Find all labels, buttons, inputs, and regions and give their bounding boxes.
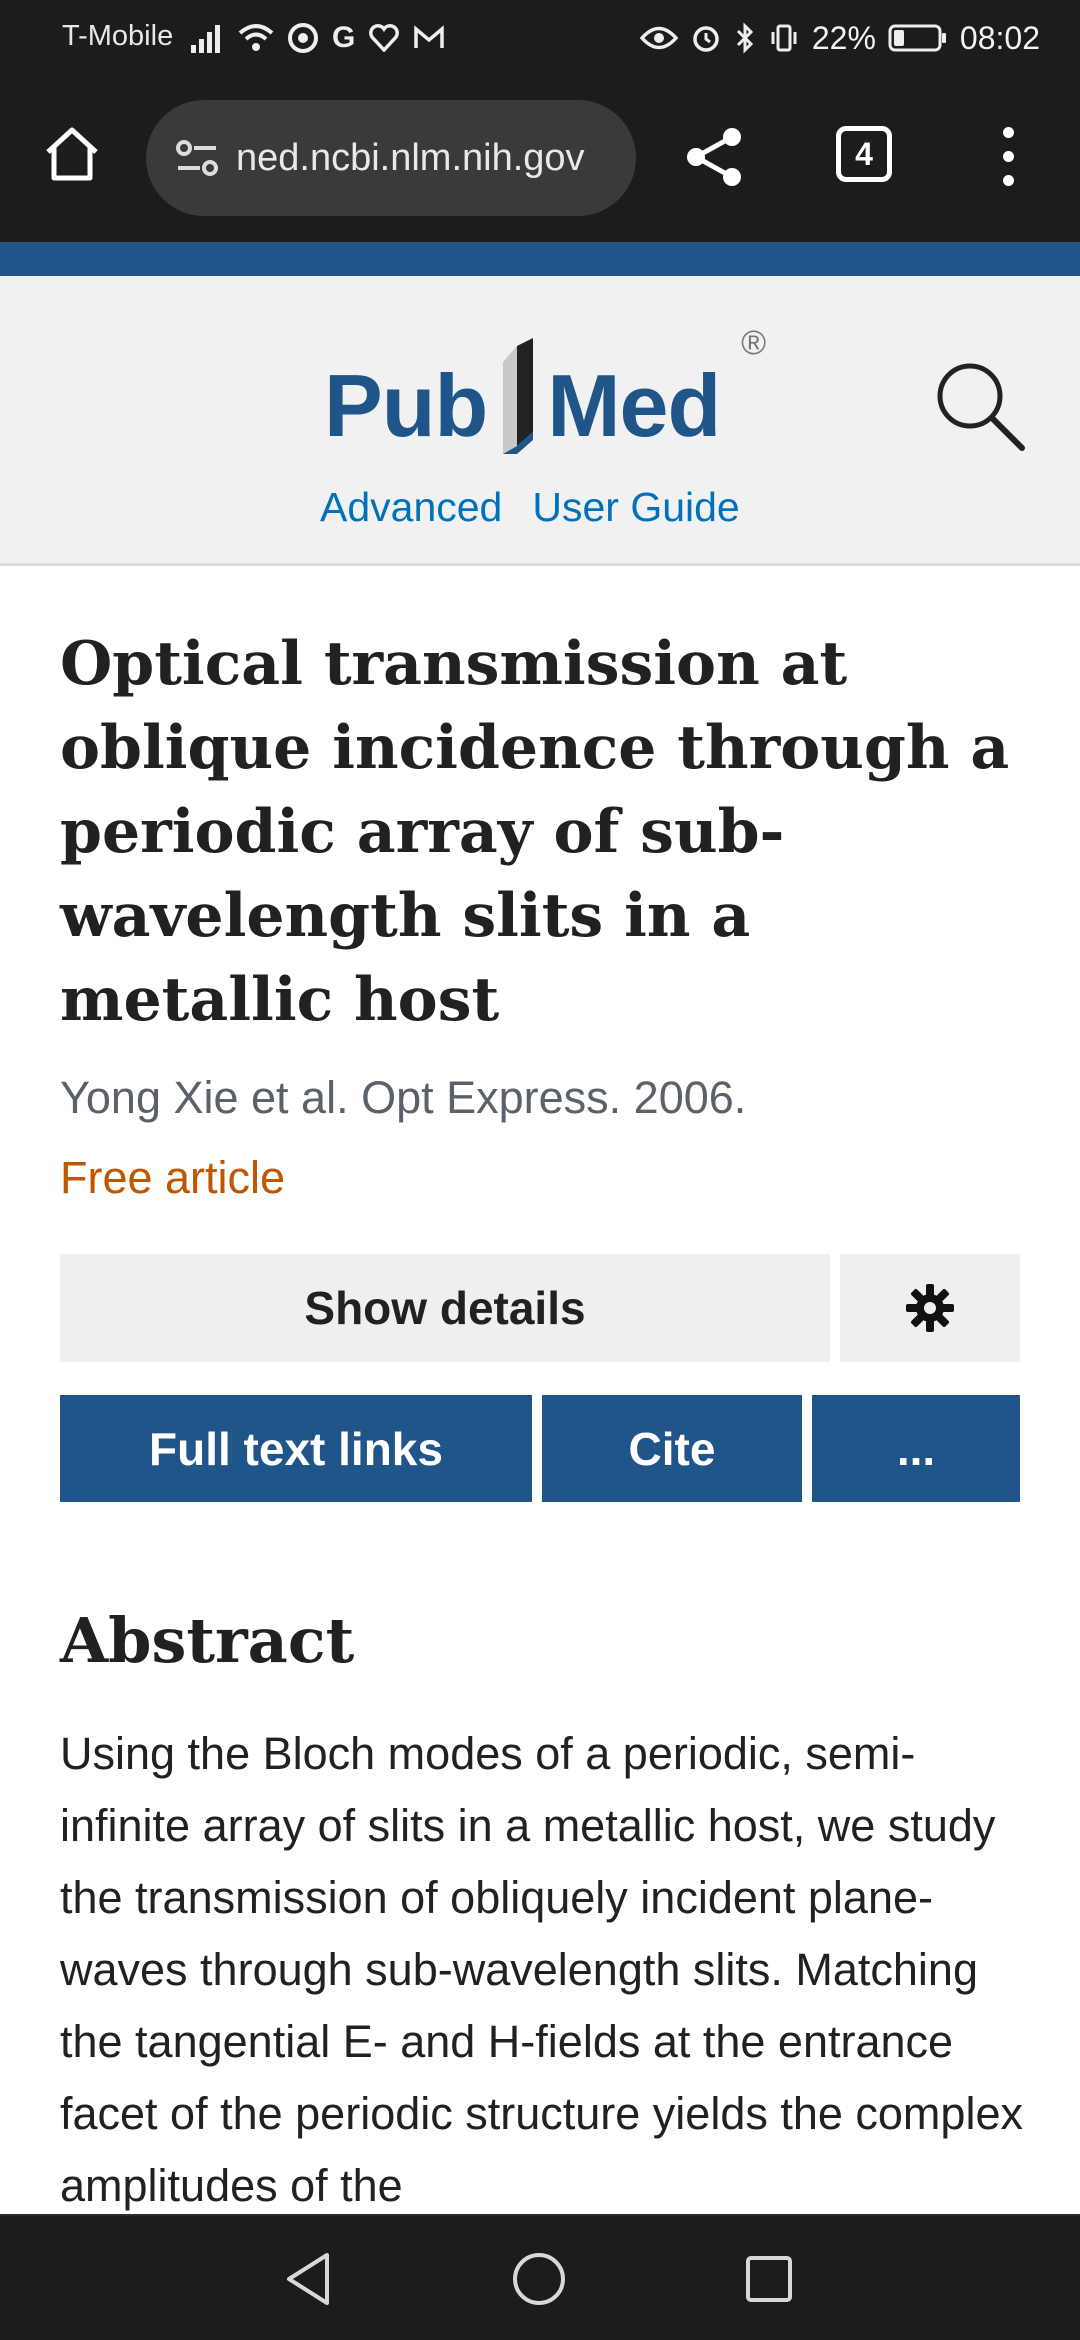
dot-icon (1002, 150, 1014, 162)
back-triangle-icon (287, 2253, 329, 2305)
system-navigation-bar (0, 2214, 1080, 2340)
dot-icon (1002, 126, 1014, 138)
article-citation: Yong Xie et al. Opt Express. 2006. (60, 1072, 747, 1123)
share-icon (687, 128, 741, 186)
gear-icon (906, 1284, 954, 1332)
search-icon (937, 363, 1025, 451)
status-right-icons: 22% 08:02 (639, 18, 1040, 58)
wifi-icon (238, 24, 274, 51)
recents-square-icon (746, 2256, 792, 2302)
ncbi-banner-strip (0, 242, 1080, 276)
dot-icon (1002, 174, 1014, 186)
logo-med-text: Med (547, 356, 721, 455)
pubmed-header: Pub Med ® Advanced User Guide (0, 276, 1080, 566)
registered-mark: ® (741, 324, 767, 362)
google-icon: G (332, 21, 356, 54)
url-text[interactable]: ned.ncbi.nlm.nih.gov (236, 137, 585, 180)
share-button[interactable] (680, 122, 750, 192)
book-icon (503, 338, 534, 454)
battery-icon (888, 24, 946, 52)
more-actions-label: ... (896, 1422, 936, 1475)
cite-button[interactable]: Cite (542, 1395, 802, 1502)
user-guide-link[interactable]: User Guide (532, 484, 739, 531)
tab-switcher-button[interactable]: 4 (836, 126, 892, 182)
chrome-icon (288, 23, 318, 53)
article-title: Optical transmission at oblique incidenc… (60, 629, 1010, 1035)
abstract-heading: Abstract (60, 1604, 355, 1677)
alarm-icon (693, 26, 719, 52)
header-links: Advanced User Guide (320, 484, 740, 531)
search-button[interactable] (930, 356, 1030, 456)
more-actions-button[interactable]: ... (812, 1395, 1020, 1502)
address-bar[interactable]: ned.ncbi.nlm.nih.gov (146, 100, 636, 216)
status-left-icons: G (190, 18, 445, 58)
bluetooth-icon (736, 22, 753, 54)
show-details-label: Show details (304, 1282, 586, 1334)
abstract-text: Using the Bloch modes of a periodic, sem… (60, 1728, 1023, 2211)
advanced-link[interactable]: Advanced (320, 484, 502, 531)
home-circle-icon (513, 2253, 565, 2305)
site-settings-icon[interactable] (168, 128, 228, 188)
clock-time: 08:02 (959, 19, 1040, 56)
carrier-label: T-Mobile (62, 20, 174, 52)
status-bar: T-Mobile G 22% 08:02 (0, 0, 1080, 76)
back-button[interactable] (276, 2246, 342, 2312)
recents-button[interactable] (736, 2246, 802, 2312)
gmail-icon (414, 25, 445, 48)
home-icon (46, 127, 98, 181)
logo-pub-text: Pub (324, 356, 488, 455)
vibrate-icon (771, 24, 797, 52)
full-text-links-button[interactable]: Full text links (60, 1395, 532, 1502)
home-button[interactable] (38, 120, 106, 188)
home-nav-button[interactable] (506, 2246, 572, 2312)
full-text-links-label: Full text links (149, 1422, 443, 1475)
battery-percent: 22% (811, 19, 876, 56)
display-options-button[interactable] (840, 1254, 1020, 1362)
browser-toolbar: ned.ncbi.nlm.nih.gov 4 (0, 76, 1080, 242)
cite-label: Cite (628, 1422, 716, 1475)
pubmed-logo[interactable]: Pub Med ® (324, 316, 766, 456)
eye-icon (639, 26, 678, 50)
show-details-button[interactable]: Show details (60, 1254, 830, 1362)
overflow-menu-button[interactable] (990, 120, 1026, 192)
free-article-badge: Free article (60, 1152, 286, 1203)
signal-icon (191, 25, 220, 53)
heart-icon (369, 24, 400, 52)
